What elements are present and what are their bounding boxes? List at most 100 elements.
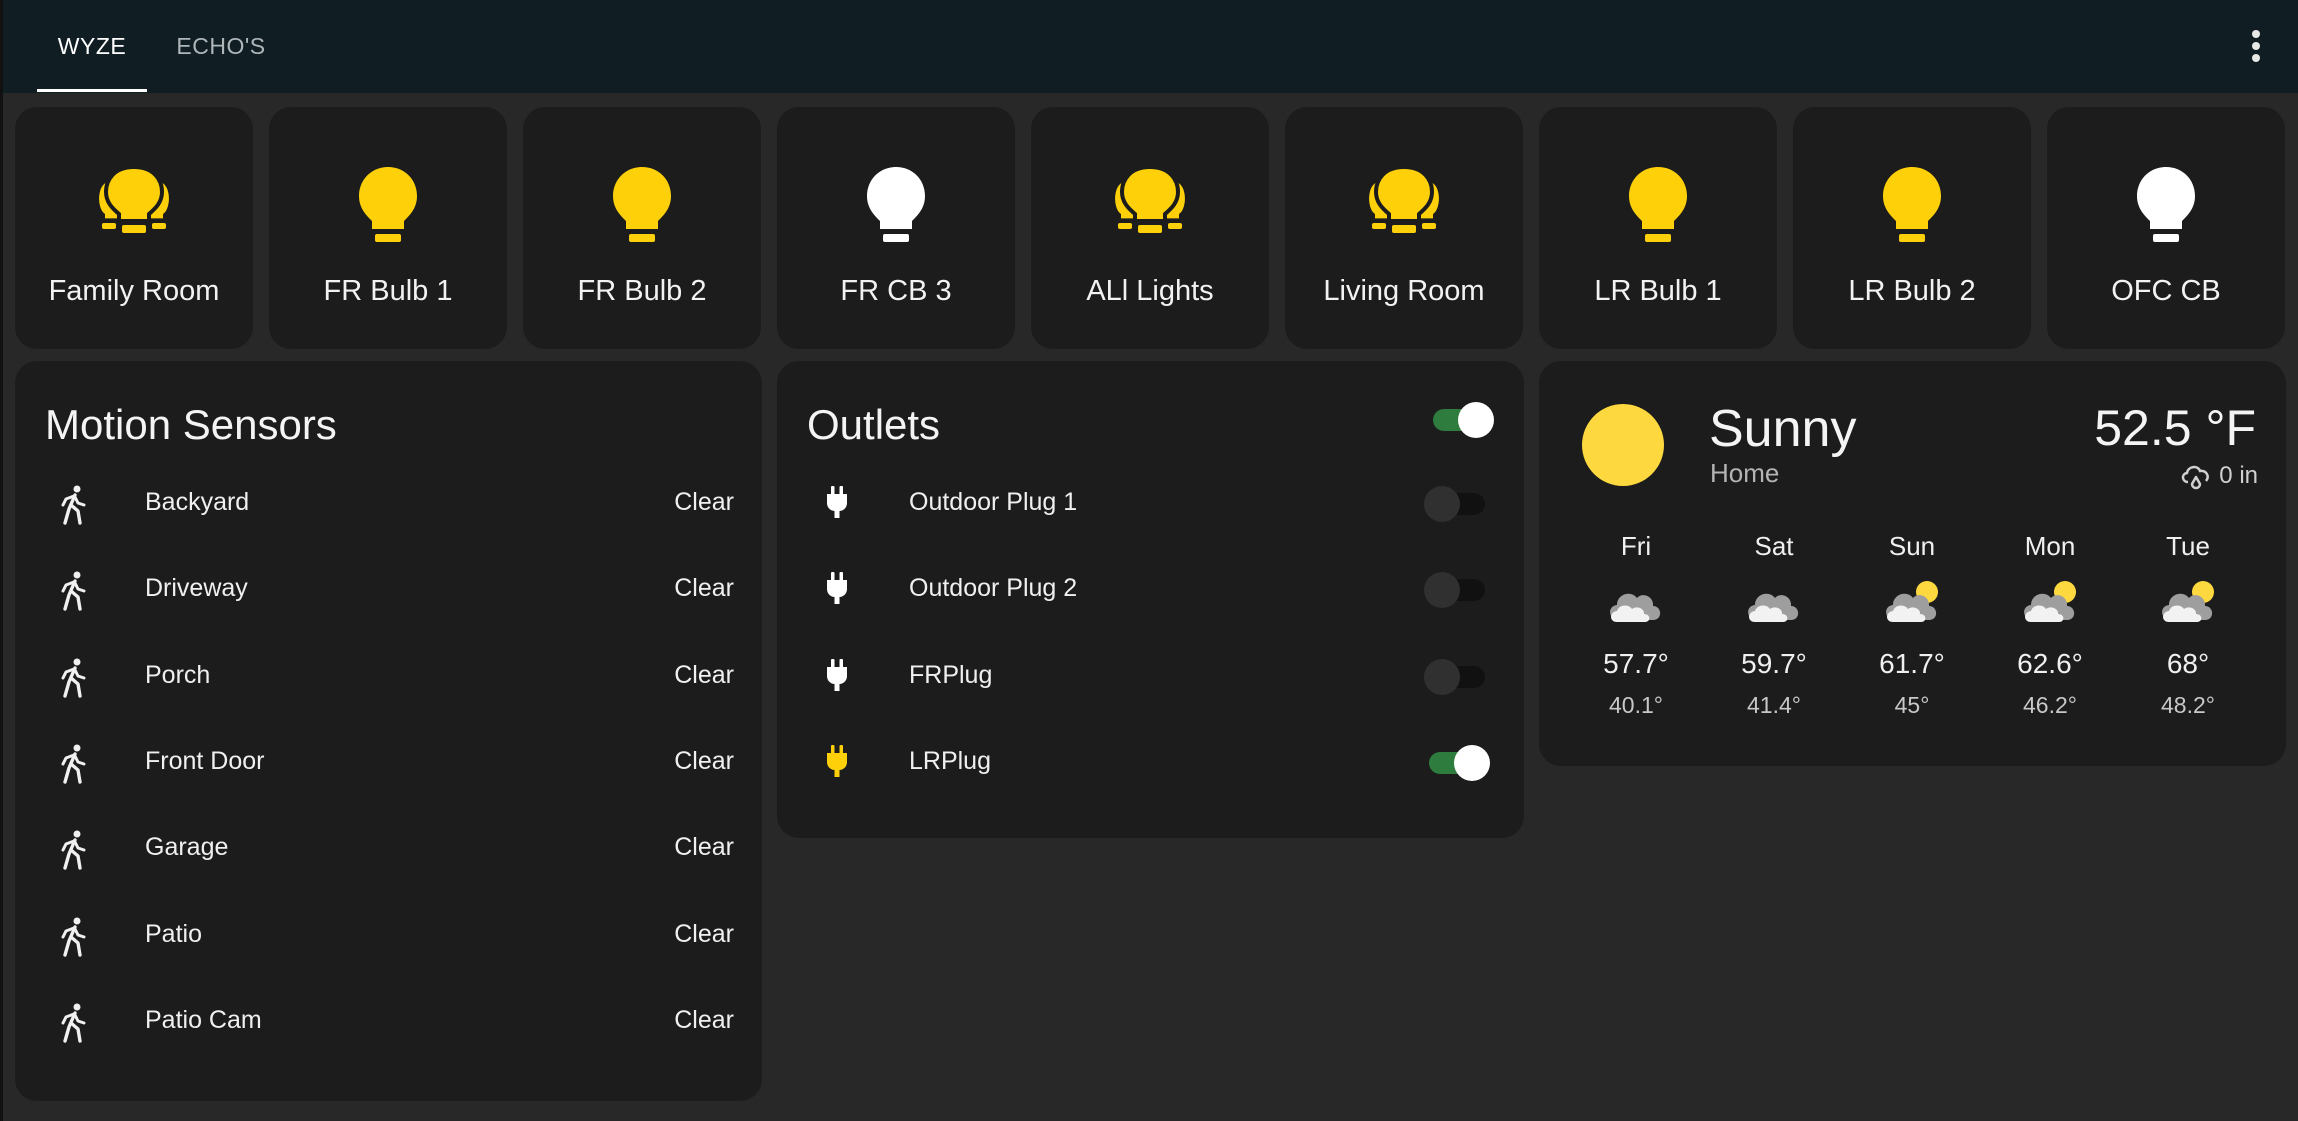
light-tile-label: Living Room bbox=[1323, 275, 1485, 307]
outlets-title: Outlets bbox=[807, 401, 941, 448]
forecast-low: 45° bbox=[1894, 692, 1930, 718]
forecast-high: 57.7° bbox=[1603, 648, 1669, 679]
forecast-low: 41.4° bbox=[1747, 692, 1801, 718]
weather-precipitation: 0 in bbox=[2179, 461, 2258, 491]
light-tile-living-room[interactable]: Living Room bbox=[1285, 107, 1523, 349]
light-tile-ofc-cb[interactable]: OFC CB bbox=[2047, 107, 2285, 349]
outlets-card: Outlets Outdoor Plug 1 Outdoor Plug 2 FRPl… bbox=[777, 361, 1524, 838]
power-plug-icon bbox=[825, 485, 861, 521]
partly-cloudy-icon bbox=[2017, 576, 2083, 626]
light-tile-fr-bulb-1[interactable]: FR Bulb 1 bbox=[269, 107, 507, 349]
forecast-low: 40.1° bbox=[1609, 692, 1663, 718]
partly-cloudy-icon bbox=[2155, 576, 2221, 626]
light-tile-fr-cb-3[interactable]: FR CB 3 bbox=[777, 107, 1015, 349]
forecast-day-label: Fri bbox=[1620, 531, 1652, 561]
light-tile-label: ALl Lights bbox=[1086, 275, 1214, 307]
cloudy-icon bbox=[1741, 576, 1807, 626]
motion-sensor-state: Clear bbox=[674, 746, 734, 775]
outlet-name: Outdoor Plug 2 bbox=[909, 574, 1078, 603]
forecast-day: Sat 59.7° 41.4° bbox=[1719, 531, 1829, 719]
forecast-high: 59.7° bbox=[1741, 648, 1807, 679]
top-bar: WYZE ECHO'S bbox=[3, 0, 2298, 93]
motion-sensor-name: Garage bbox=[145, 833, 229, 862]
motion-sensor-name: Backyard bbox=[145, 488, 250, 516]
lightbulb-icon bbox=[1880, 165, 1944, 255]
precipitation-value: 0 in bbox=[2219, 462, 2258, 489]
forecast-day-label: Sun bbox=[1888, 531, 1936, 561]
walk-icon bbox=[55, 485, 91, 525]
walk-icon bbox=[55, 658, 91, 698]
light-tile-label: LR Bulb 1 bbox=[1594, 275, 1722, 307]
precipitation-icon bbox=[2182, 465, 2210, 490]
outlet-toggle[interactable] bbox=[1424, 570, 1490, 609]
light-tile-label: LR Bulb 2 bbox=[1848, 275, 1976, 307]
motion-sensor-name: Front Door bbox=[145, 746, 265, 775]
overflow-menu-button[interactable] bbox=[2232, 22, 2280, 70]
outlet-row[interactable]: Outdoor Plug 2 bbox=[777, 559, 1524, 619]
motion-sensor-row[interactable]: Patio Cam Clear bbox=[15, 991, 762, 1051]
lightbulb-icon bbox=[2134, 165, 2198, 255]
power-plug-icon bbox=[825, 571, 861, 607]
forecast-high: 68° bbox=[2166, 648, 2210, 679]
outlet-toggle[interactable] bbox=[1424, 743, 1490, 781]
forecast-day: Fri 57.7° 40.1° bbox=[1581, 531, 1691, 719]
weather-card[interactable]: Sunny Home 52.5 °F 0 in Fri 57.7° 40.1° Sat… bbox=[1539, 361, 2286, 766]
outlet-toggle[interactable] bbox=[1424, 484, 1490, 522]
forecast-high: 62.6° bbox=[2017, 648, 2083, 679]
outlet-row[interactable]: LRPlug bbox=[777, 732, 1524, 792]
motion-sensor-state: Clear bbox=[674, 660, 734, 689]
outlet-row[interactable]: FRPlug bbox=[777, 646, 1524, 706]
light-tile-label: FR Bulb 2 bbox=[577, 275, 707, 307]
active-tab-indicator bbox=[37, 89, 147, 92]
motion-sensor-row[interactable]: Patio Clear bbox=[15, 905, 762, 965]
motion-sensor-row[interactable]: Driveway Clear bbox=[15, 559, 762, 619]
forecast-low: 46.2° bbox=[2023, 692, 2077, 718]
light-tile-family-room[interactable]: Family Room bbox=[15, 107, 253, 349]
motion-sensor-row[interactable]: Backyard Clear bbox=[15, 473, 762, 533]
cloudy-icon bbox=[1603, 576, 1669, 626]
forecast-day: Sun 61.7° 45° bbox=[1857, 531, 1967, 719]
motion-sensor-state: Clear bbox=[674, 488, 734, 516]
sunny-icon bbox=[1582, 404, 1664, 486]
walk-icon bbox=[55, 830, 91, 870]
motion-sensor-name: Patio bbox=[145, 919, 202, 948]
motion-sensor-row[interactable]: Front Door Clear bbox=[15, 732, 762, 792]
motion-sensor-name: Patio Cam bbox=[145, 1005, 262, 1034]
light-tile-label: FR Bulb 1 bbox=[323, 275, 453, 307]
motion-sensor-state: Clear bbox=[674, 574, 734, 603]
lightbulb-icon bbox=[1626, 165, 1690, 255]
forecast-day: Tue 68° 48.2° bbox=[2133, 531, 2243, 719]
lightbulb-icon bbox=[610, 165, 674, 255]
outlets-master-toggle[interactable] bbox=[1428, 400, 1494, 438]
outlet-name: LRPlug bbox=[909, 746, 991, 775]
more-vertical-icon bbox=[2252, 30, 2260, 62]
tab-echos[interactable]: ECHO'S bbox=[161, 0, 281, 93]
outlet-row[interactable]: Outdoor Plug 1 bbox=[777, 473, 1524, 533]
motion-sensor-state: Clear bbox=[674, 1005, 734, 1034]
lightbulb-icon bbox=[356, 165, 420, 255]
motion-sensor-state: Clear bbox=[674, 919, 734, 948]
power-plug-icon bbox=[825, 744, 861, 780]
motion-sensors-title: Motion Sensors bbox=[45, 401, 337, 448]
forecast-day-label: Sat bbox=[1754, 531, 1794, 561]
light-tile-label: FR CB 3 bbox=[840, 275, 952, 307]
walk-icon bbox=[55, 917, 91, 957]
light-tile-label: Family Room bbox=[48, 275, 220, 307]
light-tile-lr-bulb-1[interactable]: LR Bulb 1 bbox=[1539, 107, 1777, 349]
outlet-toggle[interactable] bbox=[1424, 657, 1490, 695]
forecast-high: 61.7° bbox=[1879, 648, 1945, 679]
weather-condition: Sunny bbox=[1709, 400, 1857, 458]
lightbulb-group-icon bbox=[1108, 164, 1192, 255]
light-tile-fr-bulb-2[interactable]: FR Bulb 2 bbox=[523, 107, 761, 349]
forecast-day: Mon 62.6° 46.2° bbox=[1995, 531, 2105, 719]
light-tile-label: OFC CB bbox=[2111, 275, 2221, 307]
motion-sensor-row[interactable]: Porch Clear bbox=[15, 646, 762, 706]
light-tile-all-lights[interactable]: ALl Lights bbox=[1031, 107, 1269, 349]
tab-wyze[interactable]: WYZE bbox=[37, 0, 147, 93]
dashboard-content: Family Room FR Bulb 1 FR Bulb 2 FR CB 3 … bbox=[3, 93, 2298, 1121]
motion-sensor-row[interactable]: Garage Clear bbox=[15, 818, 762, 878]
light-tile-lr-bulb-2[interactable]: LR Bulb 2 bbox=[1793, 107, 2031, 349]
motion-sensor-name: Driveway bbox=[145, 574, 248, 603]
forecast-day-label: Mon bbox=[2024, 531, 2076, 561]
outlet-name: FRPlug bbox=[909, 660, 993, 689]
